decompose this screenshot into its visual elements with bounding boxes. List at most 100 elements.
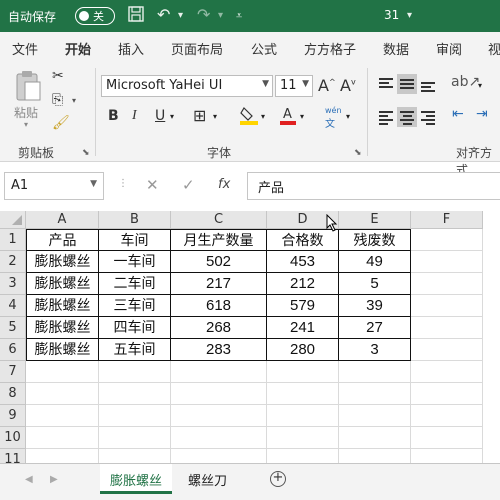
table-cell[interactable]: 膨胀螺丝 bbox=[26, 339, 99, 361]
table-cell[interactable]: 241 bbox=[267, 317, 339, 339]
font-name-select[interactable]: Microsoft YaHei UI ▼ bbox=[101, 75, 273, 97]
borders-dropdown-icon[interactable]: ▾ bbox=[213, 112, 217, 121]
tab-review[interactable]: 审阅 bbox=[436, 39, 462, 58]
table-header-cell[interactable]: 残废数 bbox=[339, 229, 411, 251]
customize-toolbar-icon[interactable]: ⩡ bbox=[236, 9, 242, 23]
empty-cell[interactable] bbox=[267, 427, 339, 449]
font-grow-icon[interactable]: A^ bbox=[318, 76, 336, 95]
redo-dropdown-icon[interactable]: ▾ bbox=[218, 10, 223, 21]
row-header[interactable]: 2 bbox=[0, 251, 26, 273]
column-header-a[interactable]: A bbox=[26, 211, 99, 229]
table-cell[interactable]: 49 bbox=[339, 251, 411, 273]
row-header[interactable]: 10 bbox=[0, 427, 26, 449]
orientation-icon[interactable]: ab↗ bbox=[451, 74, 480, 90]
tab-view[interactable]: 视 bbox=[488, 39, 500, 58]
tab-fangfang[interactable]: 方方格子 bbox=[304, 39, 356, 58]
cancel-icon[interactable]: ✕ bbox=[146, 176, 159, 194]
empty-cell[interactable] bbox=[267, 383, 339, 405]
drag-handle-icon[interactable]: ⋮ bbox=[118, 178, 128, 189]
tab-formulas[interactable]: 公式 bbox=[251, 39, 277, 58]
row-header[interactable]: 7 bbox=[0, 361, 26, 383]
borders-icon[interactable]: ⊞ bbox=[193, 106, 206, 125]
empty-cell[interactable] bbox=[99, 383, 171, 405]
orientation-dropdown-icon[interactable]: ▾ bbox=[478, 81, 482, 90]
empty-cell[interactable] bbox=[171, 361, 267, 383]
table-cell[interactable]: 268 bbox=[171, 317, 267, 339]
name-box[interactable]: A1 ▼ bbox=[4, 172, 104, 200]
table-cell[interactable]: 3 bbox=[339, 339, 411, 361]
paste-button-label[interactable]: 粘贴 bbox=[14, 104, 38, 121]
table-cell[interactable]: 四车间 bbox=[99, 317, 171, 339]
bold-button[interactable]: B bbox=[108, 108, 119, 124]
table-cell[interactable]: 5 bbox=[339, 273, 411, 295]
table-cell[interactable]: 502 bbox=[171, 251, 267, 273]
empty-cell[interactable] bbox=[339, 405, 411, 427]
empty-cell[interactable] bbox=[26, 427, 99, 449]
fill-color-dropdown-icon[interactable]: ▾ bbox=[261, 112, 265, 121]
enter-icon[interactable]: ✓ bbox=[182, 176, 195, 194]
empty-cell[interactable] bbox=[411, 295, 483, 317]
tab-file[interactable]: 文件 bbox=[12, 39, 38, 58]
fill-color-icon[interactable] bbox=[240, 105, 258, 129]
empty-cell[interactable] bbox=[171, 427, 267, 449]
align-right-icon[interactable] bbox=[418, 107, 438, 127]
row-header[interactable]: 3 bbox=[0, 273, 26, 295]
add-sheet-button[interactable]: + bbox=[270, 471, 286, 487]
tab-insert[interactable]: 插入 bbox=[118, 39, 144, 58]
autosave-toggle[interactable]: 关 bbox=[75, 7, 115, 25]
table-cell[interactable]: 212 bbox=[267, 273, 339, 295]
table-header-cell[interactable]: 月生产数量 bbox=[171, 229, 267, 251]
table-cell[interactable]: 二车间 bbox=[99, 273, 171, 295]
row-header[interactable]: 1 bbox=[0, 229, 26, 251]
align-center-icon[interactable] bbox=[397, 107, 417, 127]
table-cell[interactable]: 膨胀螺丝 bbox=[26, 295, 99, 317]
undo-dropdown-icon[interactable]: ▾ bbox=[178, 10, 183, 21]
font-color-dropdown-icon[interactable]: ▾ bbox=[300, 112, 304, 121]
row-header[interactable]: 5 bbox=[0, 317, 26, 339]
empty-cell[interactable] bbox=[339, 361, 411, 383]
table-cell[interactable]: 膨胀螺丝 bbox=[26, 251, 99, 273]
align-left-icon[interactable] bbox=[376, 107, 396, 127]
cut-icon[interactable]: ✂ bbox=[52, 68, 64, 84]
empty-cell[interactable] bbox=[411, 339, 483, 361]
empty-cell[interactable] bbox=[411, 383, 483, 405]
empty-cell[interactable] bbox=[267, 405, 339, 427]
column-header-c[interactable]: C bbox=[171, 211, 267, 229]
empty-cell[interactable] bbox=[411, 361, 483, 383]
empty-cell[interactable] bbox=[26, 405, 99, 427]
paste-dropdown-icon[interactable]: ▾ bbox=[24, 120, 28, 129]
format-painter-icon[interactable]: 🖌 bbox=[52, 115, 70, 131]
select-all-button[interactable] bbox=[0, 211, 26, 229]
empty-cell[interactable] bbox=[411, 427, 483, 449]
table-cell[interactable]: 膨胀螺丝 bbox=[26, 317, 99, 339]
empty-cell[interactable] bbox=[411, 229, 483, 251]
empty-cell[interactable] bbox=[99, 361, 171, 383]
font-color-icon[interactable]: A bbox=[280, 105, 296, 129]
undo-icon[interactable]: ↶ bbox=[157, 5, 170, 24]
tab-home[interactable]: 开始 bbox=[65, 39, 92, 65]
table-cell[interactable]: 39 bbox=[339, 295, 411, 317]
empty-cell[interactable] bbox=[26, 361, 99, 383]
table-cell[interactable]: 283 bbox=[171, 339, 267, 361]
redo-icon[interactable]: ↷ bbox=[197, 5, 210, 24]
decrease-indent-icon[interactable]: ⇤ bbox=[452, 106, 464, 122]
empty-cell[interactable] bbox=[339, 383, 411, 405]
formula-input[interactable]: 产品 bbox=[247, 172, 500, 200]
row-header[interactable]: 6 bbox=[0, 339, 26, 361]
empty-cell[interactable] bbox=[26, 383, 99, 405]
clipboard-launcher-icon[interactable]: ⬊ bbox=[82, 148, 90, 158]
table-cell[interactable]: 五车间 bbox=[99, 339, 171, 361]
column-header-e[interactable]: E bbox=[339, 211, 411, 229]
column-header-b[interactable]: B bbox=[99, 211, 171, 229]
copy-icon[interactable]: ⎘ bbox=[52, 92, 63, 108]
empty-cell[interactable] bbox=[411, 251, 483, 273]
increase-indent-icon[interactable]: ⇥ bbox=[476, 106, 488, 122]
phonetic-dropdown-icon[interactable]: ▾ bbox=[346, 112, 350, 121]
row-header[interactable]: 4 bbox=[0, 295, 26, 317]
table-cell[interactable]: 三车间 bbox=[99, 295, 171, 317]
align-bottom-icon[interactable] bbox=[418, 74, 438, 94]
sheet-tab[interactable]: 螺丝刀 bbox=[178, 464, 237, 494]
empty-cell[interactable] bbox=[267, 361, 339, 383]
empty-cell[interactable] bbox=[99, 405, 171, 427]
empty-cell[interactable] bbox=[171, 405, 267, 427]
